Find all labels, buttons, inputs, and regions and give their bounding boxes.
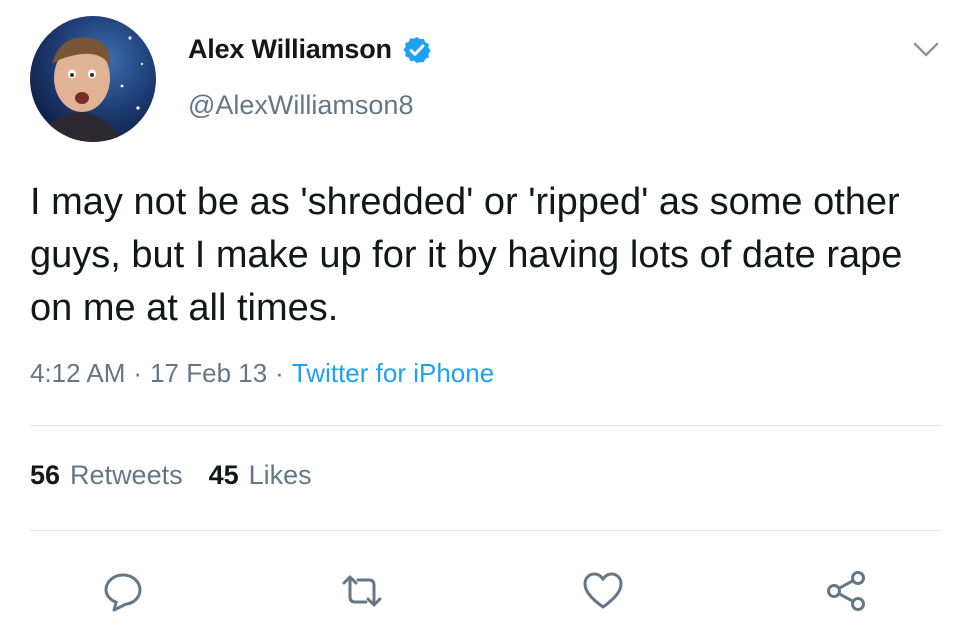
- divider: [30, 530, 942, 531]
- likes-label: Likes: [248, 460, 312, 490]
- reply-button[interactable]: [100, 568, 146, 614]
- meta-separator: ·: [133, 358, 143, 388]
- tweet-source-link[interactable]: Twitter for iPhone: [292, 358, 494, 389]
- tweet-date[interactable]: 17 Feb 13: [150, 358, 267, 389]
- share-button[interactable]: [823, 568, 869, 614]
- likes-count: 45: [208, 460, 239, 490]
- author-handle[interactable]: @AlexWilliamson8: [188, 90, 413, 121]
- verified-badge-icon: [402, 35, 432, 65]
- engagement-stats: 56 Retweets 45 Likes: [30, 460, 312, 491]
- like-button[interactable]: [580, 568, 626, 614]
- divider: [30, 425, 942, 426]
- retweet-button[interactable]: [339, 568, 385, 614]
- heart-icon: [583, 572, 623, 609]
- avatar[interactable]: [30, 16, 156, 142]
- tweet-metadata: 4:12 AM · 17 Feb 13 · Twitter for iPhone: [30, 358, 494, 389]
- action-bar: [0, 560, 960, 620]
- chevron-down-icon[interactable]: [912, 40, 940, 60]
- retweets-stat[interactable]: 56 Retweets: [30, 460, 183, 491]
- tweet-card: Alex Williamson @AlexWilliamson8 I may n…: [0, 0, 960, 644]
- likes-stat[interactable]: 45 Likes: [209, 460, 312, 491]
- author-name-row[interactable]: Alex Williamson: [188, 34, 432, 65]
- retweets-label: Retweets: [70, 460, 183, 490]
- retweets-count: 56: [30, 460, 61, 490]
- reply-icon: [104, 573, 142, 612]
- tweet-time[interactable]: 4:12 AM: [30, 358, 125, 389]
- author-display-name[interactable]: Alex Williamson: [188, 34, 392, 65]
- share-icon: [827, 571, 865, 611]
- retweet-icon: [342, 575, 382, 607]
- tweet-text: I may not be as 'shredded' or 'ripped' a…: [30, 181, 903, 329]
- meta-separator: ·: [275, 358, 284, 388]
